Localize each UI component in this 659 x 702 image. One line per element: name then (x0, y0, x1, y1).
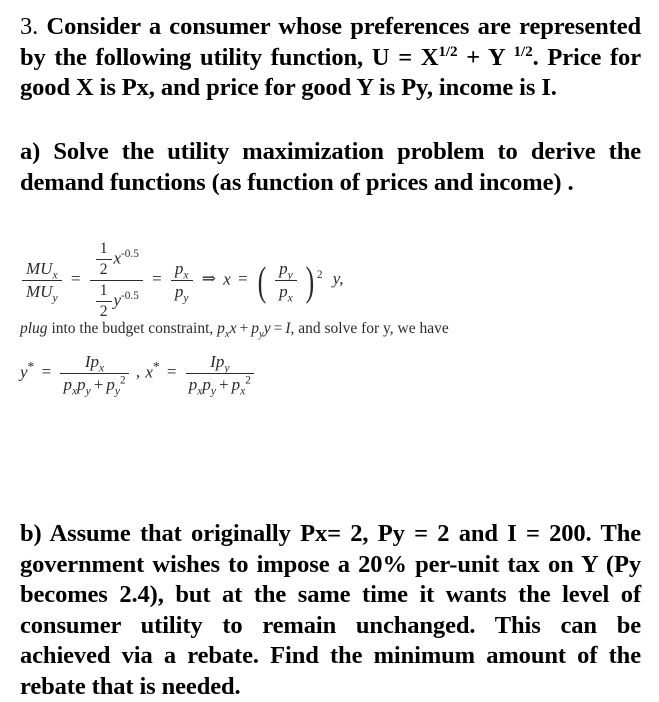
ratio-power: 2 (316, 268, 323, 281)
budget-equals: = (273, 320, 283, 337)
x-num-price-subscript: y (224, 361, 230, 375)
part-a-text: Solve the utility maximization problem t… (20, 138, 641, 196)
budget-px: p (217, 320, 225, 337)
question-stem: 3. Consider a consumer whose preferences… (20, 12, 641, 104)
part-b-text: Assume that originally Px= 2, Py = 2 and… (20, 520, 641, 700)
part-a-prompt: a) Solve the utility maximization proble… (20, 137, 641, 198)
x-variable-num: x (113, 248, 122, 268)
part-a-label: a) (20, 138, 41, 165)
question-number: 3. (20, 13, 39, 40)
price-x-subscript: x (183, 268, 189, 282)
y-variable-den: y (113, 290, 122, 310)
right-paren: ) (305, 258, 315, 305)
plug-text-1: into the budget constraint, (47, 320, 218, 337)
marginal-utility-fraction: 1 2 x-0.5 1 2 y-0.5 (89, 240, 143, 321)
equals-sign-3: = (238, 269, 248, 289)
x-den-px2: p (231, 375, 241, 394)
budget-plus: + (239, 320, 249, 337)
stem-text-2: + Y (466, 43, 514, 71)
x-result-variable: x (223, 269, 231, 289)
y-equals-sign: = (41, 362, 52, 382)
trailing-y: y, (332, 269, 344, 289)
py-over-px-fraction: py px (275, 259, 297, 305)
x-den-py: p (202, 375, 211, 394)
py-numerator-subscript: y (287, 268, 293, 282)
y-exponent-den: -0.5 (121, 289, 139, 302)
left-paren: ( (257, 258, 267, 305)
mu-ratio-fraction: MUx MUy (22, 259, 62, 305)
one-half-numerator: 12 (95, 240, 112, 279)
equals-sign-1: = (70, 269, 81, 289)
y-den-plus: + (93, 375, 104, 394)
mu-x-numerator: MU (26, 259, 53, 278)
utility-exponent-y: 1/2 (513, 42, 533, 60)
px-denominator: p (279, 282, 288, 301)
plug-text-2: , and solve for y, we have (290, 320, 449, 337)
budget-x: x (229, 320, 237, 337)
px-denominator-subscript: x (287, 291, 293, 305)
mu-y-subscript: y (52, 291, 58, 305)
x-demand-fraction: Ipy pxpy + px2 (185, 352, 254, 397)
x-star-variable: x (145, 362, 153, 382)
y-star-asterisk: * (27, 358, 35, 374)
solution-comma: , (135, 362, 141, 382)
implies-arrow-icon: ⇒ (201, 269, 217, 289)
x-den-px: p (188, 375, 198, 394)
price-ratio-fraction: px py (170, 259, 193, 305)
equals-sign-2: = (152, 269, 162, 289)
budget-py: p (251, 320, 259, 337)
y-den-px: p (63, 375, 72, 394)
mu-y-denominator: MU (26, 282, 53, 301)
y-den-py: p (77, 375, 86, 394)
document-page: 3. Consider a consumer whose preferences… (0, 0, 659, 700)
equation-mrs: MUx MUy = 1 2 x-0.5 1 2 y-0.5 = px py ⇒ x = … (20, 240, 344, 321)
budget-constraint-sentence: plug into the budget constraint, pxx + pyy… (20, 320, 449, 340)
y-demand-fraction: Ipx pxpy + py2 (60, 352, 129, 398)
part-b-label: b) (20, 520, 42, 547)
x-equals-sign: = (166, 362, 177, 382)
y-star-variable: y (20, 362, 28, 382)
y-den-py-subscript: y (85, 384, 91, 398)
y-num-price-subscript: x (99, 361, 105, 375)
x-star-asterisk: * (152, 358, 160, 374)
equation-demand-solutions: y* = Ipx pxpy + py2 , x* = Ipy pxpy + px2 (20, 352, 256, 398)
y-num-price: p (90, 352, 100, 371)
price-y-subscript: y (183, 291, 189, 305)
y-den-py2-power: 2 (119, 374, 126, 387)
plug-word: plug (20, 320, 48, 337)
y-den-py2: p (106, 375, 115, 394)
one-half-denominator: 12 (95, 282, 112, 321)
x-den-px2-power: 2 (245, 374, 251, 387)
x-den-plus: + (219, 375, 229, 394)
utility-exponent-x: 1/2 (438, 42, 458, 60)
budget-y: y (263, 320, 271, 337)
mu-x-subscript: x (52, 268, 58, 282)
py-numerator: p (279, 259, 288, 278)
x-exponent-num: -0.5 (121, 247, 139, 260)
part-b-prompt: b) Assume that originally Px= 2, Py = 2 … (20, 519, 641, 702)
